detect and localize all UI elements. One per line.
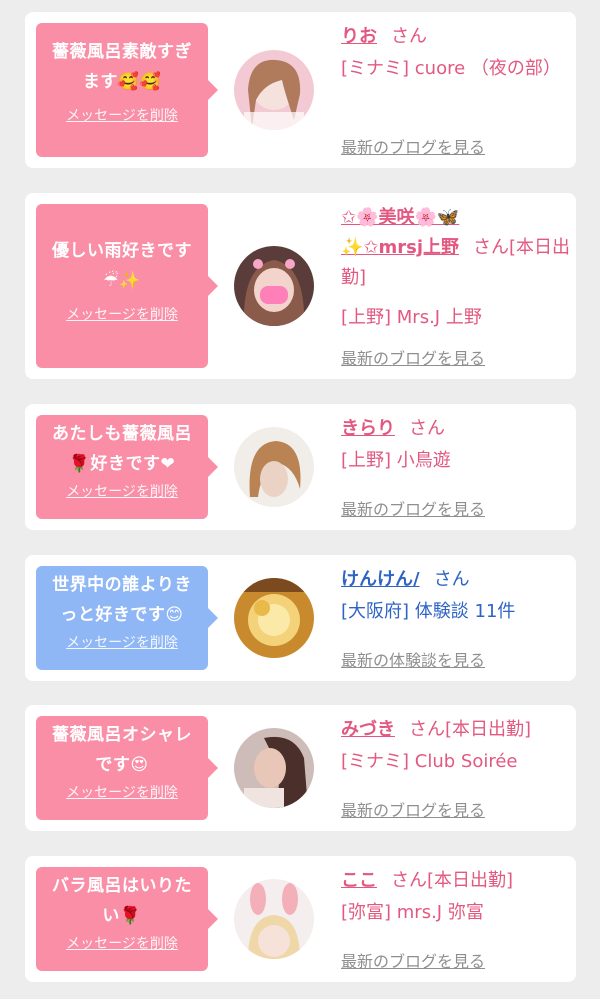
delete-message-link[interactable]: メッセージを削除 bbox=[44, 933, 200, 953]
name-line: ここ さん[本日出勤] bbox=[341, 866, 573, 896]
message-bubble: 薔薇風呂素敵すぎ ます🥰🥰 メッセージを削除 bbox=[36, 23, 218, 157]
profile-info: りお さん [ミナミ] cuore （夜の部） bbox=[341, 22, 573, 84]
avatar[interactable] bbox=[234, 879, 314, 959]
message-line: 🌹好きです❤ bbox=[68, 454, 176, 474]
profile-name-link[interactable]: きらり bbox=[341, 418, 395, 439]
message-card: 世界中の誰よりき っと好きです😊 メッセージを削除 けんけん/さん [大阪府] … bbox=[25, 555, 576, 681]
message-bubble: バラ風呂はいりた い🌹 メッセージを削除 bbox=[36, 867, 218, 971]
message-bubble: あたしも薔薇風呂 🌹好きです❤ メッセージを削除 bbox=[36, 415, 218, 519]
name-line: りお さん bbox=[341, 22, 573, 52]
message-line: ます🥰🥰 bbox=[82, 72, 162, 92]
profile-info: ✩🌸美咲🌸🦋 ✨✩mrsj上野 さん[本日出勤] [上野] Mrs.J 上野 bbox=[341, 203, 573, 333]
latest-blog-link[interactable]: 最新のブログを見る bbox=[341, 345, 485, 369]
latest-blog-link[interactable]: 最新のブログを見る bbox=[341, 948, 485, 972]
message-text: 薔薇風呂オシャレ です😍 bbox=[44, 720, 200, 780]
delete-message-link[interactable]: メッセージを削除 bbox=[44, 304, 200, 324]
message-list: 薔薇風呂素敵すぎ ます🥰🥰 メッセージを削除 りお さん [ミナミ] cuore … bbox=[0, 0, 600, 999]
name-suffix: さん bbox=[433, 569, 470, 590]
profile-info: きらり さん [上野] 小鳥遊 bbox=[341, 414, 573, 476]
latest-blog-link[interactable]: 最新のブログを見る bbox=[341, 496, 485, 520]
name-line: けんけん/さん bbox=[341, 565, 573, 595]
name-suffix: さん bbox=[409, 418, 445, 439]
latest-review-link[interactable]: 最新の体験談を見る bbox=[341, 647, 485, 671]
message-line: バラ風呂はいりた bbox=[52, 876, 192, 896]
message-bubble: 世界中の誰よりき っと好きです😊 メッセージを削除 bbox=[36, 566, 218, 670]
name-line: きらり さん bbox=[341, 414, 573, 444]
message-line: です😍 bbox=[95, 755, 149, 775]
message-line: 薔薇風呂素敵すぎ bbox=[52, 42, 192, 62]
profile-name-link[interactable]: りお bbox=[341, 26, 377, 47]
message-line: 世界中の誰よりき bbox=[52, 575, 192, 595]
message-card: 薔薇風呂素敵すぎ ます🥰🥰 メッセージを削除 りお さん [ミナミ] cuore … bbox=[25, 12, 576, 168]
shop-info: [上野] Mrs.J 上野 bbox=[341, 307, 482, 328]
delete-message-link[interactable]: メッセージを削除 bbox=[44, 105, 200, 125]
message-text: あたしも薔薇風呂 🌹好きです❤ bbox=[44, 419, 200, 479]
delete-message-link[interactable]: メッセージを削除 bbox=[44, 632, 200, 652]
shop-info: [ミナミ] Club Soirée bbox=[341, 751, 518, 772]
avatar[interactable] bbox=[234, 50, 314, 130]
message-bubble: 薔薇風呂オシャレ です😍 メッセージを削除 bbox=[36, 716, 218, 820]
profile-info: けんけん/さん [大阪府] 体験談 11件 bbox=[341, 565, 573, 627]
message-card: 薔薇風呂オシャレ です😍 メッセージを削除 みづき さん[本日出勤] [ミナミ] … bbox=[25, 705, 576, 831]
profile-info: ここ さん[本日出勤] [弥富] mrs.J 弥富 bbox=[341, 866, 573, 928]
message-line: あたしも薔薇風呂 bbox=[52, 424, 192, 444]
shop-info: [ミナミ] cuore （夜の部） bbox=[341, 58, 561, 79]
name-suffix: さん[本日出勤] bbox=[391, 870, 514, 891]
delete-message-link[interactable]: メッセージを削除 bbox=[44, 481, 200, 501]
message-line: ☔✨ bbox=[103, 271, 141, 291]
message-text: 優しい雨好きです ☔✨ bbox=[44, 236, 200, 296]
profile-name-link[interactable]: ✨✩mrsj上野 bbox=[341, 237, 459, 258]
message-card: バラ風呂はいりた い🌹 メッセージを削除 ここ さん[本日出勤] [弥富] mrs… bbox=[25, 856, 576, 982]
message-text: 薔薇風呂素敵すぎ ます🥰🥰 bbox=[44, 37, 200, 97]
name-suffix: さん[本日出勤] bbox=[409, 719, 532, 740]
delete-message-link[interactable]: メッセージを削除 bbox=[44, 782, 200, 802]
shop-info: [大阪府] 体験談 11件 bbox=[341, 601, 516, 622]
message-text: バラ風呂はいりた い🌹 bbox=[44, 871, 200, 931]
name-suffix: さん bbox=[391, 26, 427, 47]
avatar[interactable] bbox=[234, 246, 314, 326]
message-line: 薔薇風呂オシャレ bbox=[52, 725, 192, 745]
avatar[interactable] bbox=[234, 578, 314, 658]
profile-name-link[interactable]: ✩🌸美咲🌸🦋 bbox=[341, 207, 459, 228]
shop-info: [弥富] mrs.J 弥富 bbox=[341, 902, 484, 923]
message-card: あたしも薔薇風呂 🌹好きです❤ メッセージを削除 きらり さん [上野] 小鳥遊 … bbox=[25, 404, 576, 530]
profile-name-link[interactable]: けんけん/ bbox=[341, 569, 420, 590]
avatar[interactable] bbox=[234, 427, 314, 507]
message-line: っと好きです😊 bbox=[60, 605, 184, 625]
message-text: 世界中の誰よりき っと好きです😊 bbox=[44, 570, 200, 630]
name-line: みづき さん[本日出勤] bbox=[341, 715, 573, 745]
message-line: 優しい雨好きです bbox=[52, 241, 192, 261]
latest-blog-link[interactable]: 最新のブログを見る bbox=[341, 134, 485, 158]
message-line: い🌹 bbox=[102, 906, 142, 926]
latest-blog-link[interactable]: 最新のブログを見る bbox=[341, 797, 485, 821]
name-line: ✩🌸美咲🌸🦋 ✨✩mrsj上野 さん[本日出勤] bbox=[341, 203, 573, 293]
profile-info: みづき さん[本日出勤] [ミナミ] Club Soirée bbox=[341, 715, 573, 777]
message-card: 優しい雨好きです ☔✨ メッセージを削除 ✩🌸美咲🌸🦋 ✨✩mrsj上野 さん[本… bbox=[25, 193, 576, 379]
profile-name-link[interactable]: ここ bbox=[341, 870, 377, 891]
message-bubble: 優しい雨好きです ☔✨ メッセージを削除 bbox=[36, 204, 218, 368]
profile-name-link[interactable]: みづき bbox=[341, 719, 395, 740]
shop-info: [上野] 小鳥遊 bbox=[341, 450, 451, 471]
avatar[interactable] bbox=[234, 728, 314, 808]
